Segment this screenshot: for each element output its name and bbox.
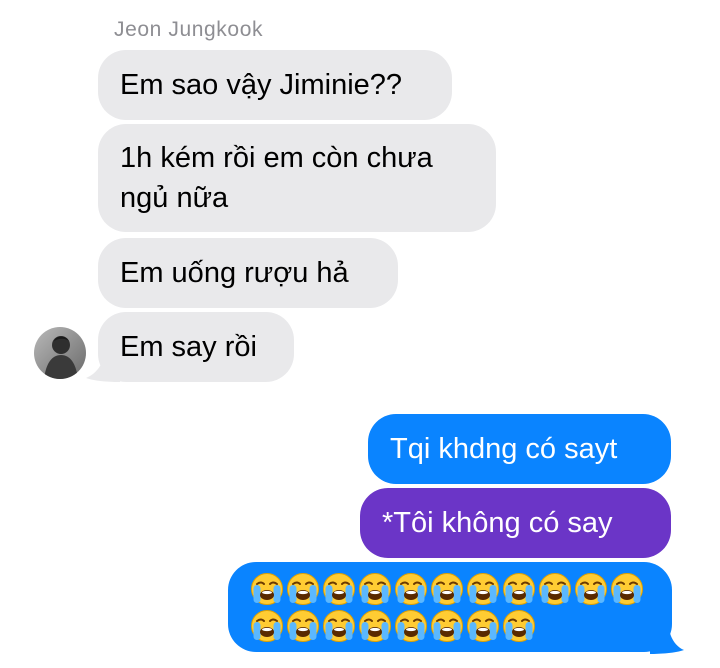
loudly-crying-face-icon (539, 573, 571, 605)
loudly-crying-face-icon (287, 610, 319, 642)
sender-name: Jeon Jungkook (114, 18, 264, 41)
avatar-photo-icon (34, 327, 86, 379)
emoji-row-2 (249, 608, 672, 644)
emoji-row-1 (249, 571, 672, 607)
outgoing-bubble-tail (650, 620, 684, 654)
loudly-crying-face-icon (323, 573, 355, 605)
loudly-crying-face-icon (503, 610, 535, 642)
incoming-message-3[interactable]: Em uống rượu hả (98, 238, 398, 308)
incoming-message-1[interactable]: Em sao vậy Jiminie?? (98, 50, 452, 120)
loudly-crying-face-icon (287, 573, 319, 605)
outgoing-message-1[interactable]: Tqi khdng có sayt (368, 414, 671, 484)
incoming-message-4[interactable]: Em say rồi (98, 312, 294, 382)
loudly-crying-face-icon (359, 610, 391, 642)
loudly-crying-face-icon (251, 610, 283, 642)
loudly-crying-face-icon (251, 573, 283, 605)
loudly-crying-face-icon (395, 573, 427, 605)
loudly-crying-face-icon (467, 610, 499, 642)
loudly-crying-face-icon (359, 573, 391, 605)
loudly-crying-face-icon (431, 610, 463, 642)
loudly-crying-face-icon (503, 573, 535, 605)
outgoing-message-2-correction[interactable]: *Tôi không có say (360, 488, 671, 558)
loudly-crying-face-icon (467, 573, 499, 605)
incoming-message-2[interactable]: 1h kém rồi em còn chưa ngủ nữa (98, 124, 496, 232)
loudly-crying-face-icon (395, 610, 427, 642)
loudly-crying-face-icon (611, 573, 643, 605)
loudly-crying-face-icon (575, 573, 607, 605)
avatar[interactable] (34, 327, 86, 379)
incoming-bubble-tail (86, 352, 120, 382)
loudly-crying-face-icon (431, 573, 463, 605)
outgoing-emoji-message[interactable] (228, 562, 672, 652)
loudly-crying-face-icon (323, 610, 355, 642)
